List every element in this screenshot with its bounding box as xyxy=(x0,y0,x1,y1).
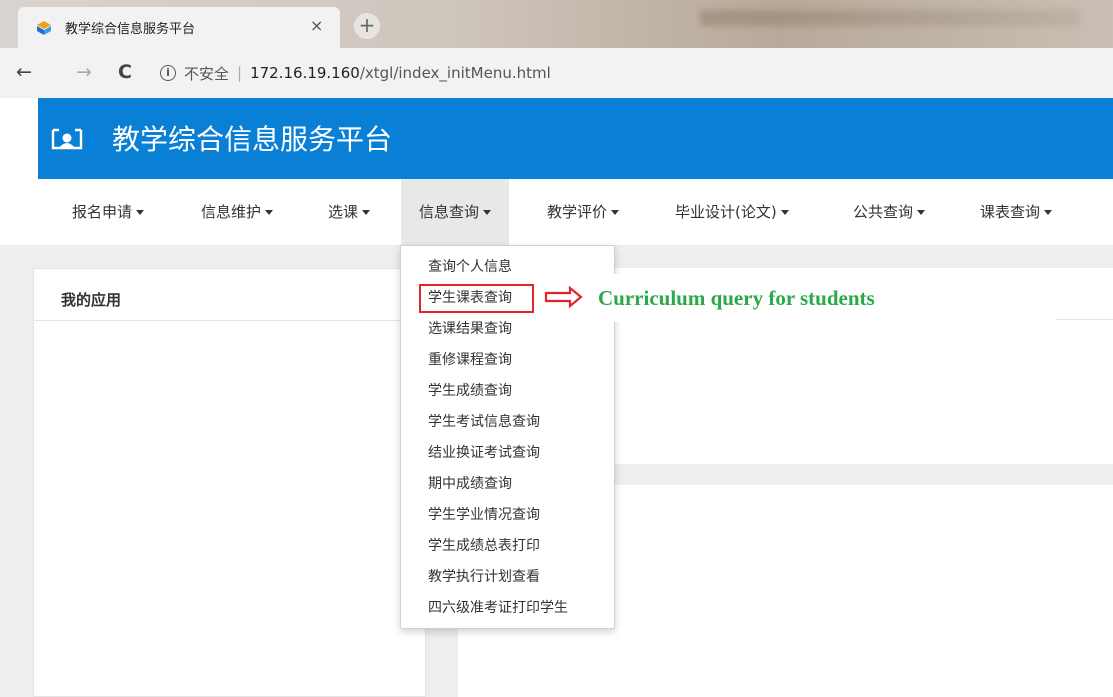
insecure-label: 不安全 xyxy=(184,64,230,83)
menu-item-label: 毕业设计(论文) xyxy=(675,203,777,221)
menu-item-baoming[interactable]: 报名申请 xyxy=(72,179,145,245)
reload-icon[interactable]: C xyxy=(118,61,132,83)
menu-item-kebiaochaxun[interactable]: 课表查询 xyxy=(980,179,1053,245)
browser-tabstrip: 教学综合信息服务平台 × + xyxy=(0,0,1113,48)
menu-item-label: 信息查询 xyxy=(419,203,480,221)
info-icon[interactable]: i xyxy=(160,65,176,81)
chevron-down-icon xyxy=(611,210,620,215)
menu-item-label: 报名申请 xyxy=(72,203,133,221)
annotation-text: Curriculum query for students xyxy=(598,286,875,310)
url-path: /xtgl/index_initMenu.html xyxy=(359,64,551,82)
url-separator: | xyxy=(237,64,243,82)
dropdown-item[interactable]: 学生成绩总表打印 xyxy=(428,534,540,558)
menu-item-label: 公共查询 xyxy=(853,203,914,221)
blurred-tabs-area xyxy=(700,10,1080,26)
dropdown-item[interactable]: 结业换证考试查询 xyxy=(428,441,540,465)
chevron-down-icon xyxy=(362,210,371,215)
menu-item-jiaoxuepingjia[interactable]: 教学评价 xyxy=(547,179,620,245)
chevron-down-icon xyxy=(136,210,145,215)
menu-item-label: 选课 xyxy=(328,203,359,221)
menu-item-label: 教学评价 xyxy=(547,203,608,221)
address-bar[interactable]: i 不安全 | 172.16.19.160/xtgl/index_initMen… xyxy=(160,58,551,88)
dropdown-item[interactable]: 查询个人信息 xyxy=(428,255,512,279)
menu-item-gonggongchaxun[interactable]: 公共查询 xyxy=(853,179,926,245)
highlight-box xyxy=(419,284,534,313)
chevron-down-icon xyxy=(780,210,789,215)
dropdown-item[interactable]: 学生成绩查询 xyxy=(428,379,512,403)
right-arrow-icon xyxy=(544,285,583,309)
dropdown-item[interactable]: 四六级准考证打印学生 xyxy=(428,596,568,620)
chevron-down-icon xyxy=(265,210,274,215)
menu-item-label: 课表查询 xyxy=(980,203,1041,221)
menu-item-xinxichaxun[interactable]: 信息查询 xyxy=(401,179,510,245)
site-title: 教学综合信息服务平台 xyxy=(112,123,393,156)
forward-icon[interactable]: → xyxy=(76,61,92,83)
browser-tab[interactable]: 教学综合信息服务平台 × xyxy=(18,7,340,48)
dropdown-item[interactable]: 期中成绩查询 xyxy=(428,472,512,496)
url-host: 172.16.19.160 xyxy=(250,64,360,82)
dropdown-item[interactable]: 学生学业情况查询 xyxy=(428,503,540,527)
chevron-down-icon xyxy=(1044,210,1053,215)
main-menubar: 报名申请 信息维护 选课 信息查询 教学评价 毕业设计(论文) 公共查询 课表查… xyxy=(38,179,1113,245)
browser-toolbar: ← → C i 不安全 | 172.16.19.160/xtgl/index_i… xyxy=(0,48,1113,98)
dropdown-item[interactable]: 重修课程查询 xyxy=(428,348,512,372)
menu-item-label: 信息维护 xyxy=(201,203,262,221)
tab-title: 教学综合信息服务平台 xyxy=(65,22,196,37)
my-apps-title: 我的应用 xyxy=(34,269,425,321)
tab-close-icon[interactable]: × xyxy=(310,16,323,35)
dropdown-item[interactable]: 学生考试信息查询 xyxy=(428,410,540,434)
menu-item-xinxiweihu[interactable]: 信息维护 xyxy=(201,179,274,245)
site-header: 教学综合信息服务平台 xyxy=(38,98,1113,179)
back-icon[interactable]: ← xyxy=(16,61,32,83)
site-favicon-icon xyxy=(37,21,51,35)
chevron-down-icon xyxy=(917,210,926,215)
menu-item-biyesheji[interactable]: 毕业设计(论文) xyxy=(675,179,789,245)
new-tab-button[interactable]: + xyxy=(354,13,380,39)
chevron-down-icon xyxy=(483,210,492,215)
my-apps-panel: 我的应用 xyxy=(33,268,426,697)
dropdown-item[interactable]: 选课结果查询 xyxy=(428,317,512,341)
dropdown-item[interactable]: 教学执行计划查看 xyxy=(428,565,540,589)
monitor-logo-icon xyxy=(51,128,83,150)
menu-item-xuanke[interactable]: 选课 xyxy=(328,179,371,245)
